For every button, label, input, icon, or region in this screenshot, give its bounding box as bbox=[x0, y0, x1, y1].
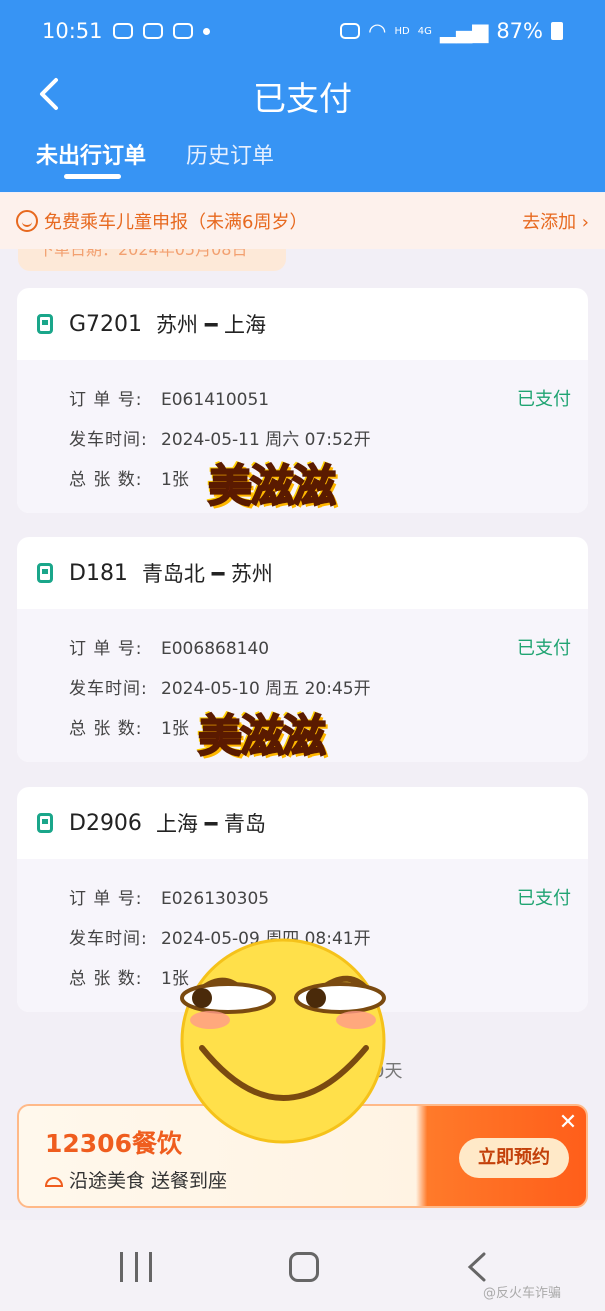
home-icon[interactable] bbox=[289, 1252, 319, 1282]
depart-label: 发车时间: bbox=[69, 929, 148, 949]
train-number: G7201 bbox=[69, 311, 143, 337]
depart-label: 发车时间: bbox=[69, 430, 148, 450]
count-label: 总 张 数: bbox=[69, 470, 143, 490]
system-back-icon[interactable] bbox=[466, 1252, 488, 1282]
depart-label: 发车时间: bbox=[69, 679, 148, 699]
notice-text: 免费乘车儿童申报（未满6周岁） bbox=[44, 212, 308, 233]
notification-dot-icon bbox=[202, 27, 210, 35]
banner-subtitle-row: 沿途美食 送餐到座 bbox=[45, 1166, 227, 1193]
close-icon[interactable]: ✕ bbox=[557, 1112, 579, 1134]
order-number: E061410051 bbox=[161, 390, 270, 410]
train-number: D181 bbox=[69, 560, 128, 586]
network-indicator: 4G bbox=[417, 25, 432, 37]
status-right: ◠ HD 4G ▂▄▆ 87% bbox=[340, 19, 563, 43]
signal-icon: ▂▄▆ bbox=[439, 19, 489, 43]
card-header: D181 青岛北 ━ 苏州 bbox=[17, 537, 588, 609]
card-header: D2906 上海 ━ 青岛 bbox=[17, 787, 588, 859]
wifi-icon: ◠ bbox=[368, 19, 387, 43]
order-no-label: 订 单 号: bbox=[69, 390, 143, 410]
banner-subtitle: 沿途美食 送餐到座 bbox=[69, 1170, 228, 1192]
recent-apps-icon[interactable] bbox=[120, 1252, 152, 1282]
order-number: E006868140 bbox=[161, 639, 270, 659]
banner-title: 12306餐饮 bbox=[45, 1129, 182, 1158]
ticket-count: 1张 bbox=[161, 719, 189, 739]
ticket-count: 1张 bbox=[161, 470, 189, 490]
status-bar: 10:51 ◠ HD 4G ▂▄▆ 87% bbox=[0, 0, 605, 62]
train-route: 上海 ━ 青岛 bbox=[155, 812, 266, 836]
hd-indicator: HD bbox=[394, 25, 410, 37]
wechat-icon bbox=[112, 23, 133, 39]
order-no-label: 订 单 号: bbox=[69, 639, 143, 659]
watermark: @反火车诈骗 bbox=[483, 1286, 562, 1301]
order-status: 已支付 bbox=[517, 638, 571, 659]
status-time: 10:51 bbox=[42, 19, 103, 43]
smirk-emoji-sticker bbox=[180, 938, 386, 1144]
order-number: E026130305 bbox=[161, 889, 270, 909]
sticker-text: 美滋滋 bbox=[197, 710, 327, 763]
train-icon bbox=[37, 813, 53, 833]
order-date-chip: 下单日期：2024年05月08日 bbox=[18, 249, 286, 271]
wechat-icon-2 bbox=[142, 23, 163, 39]
order-no-label: 订 单 号: bbox=[69, 889, 143, 909]
page-title: 已支付 bbox=[253, 79, 352, 118]
sync-icon bbox=[340, 23, 361, 39]
status-left: 10:51 bbox=[42, 19, 210, 43]
sticker-text: 美滋滋 bbox=[207, 460, 337, 513]
tab-history-orders[interactable]: 历史订单 bbox=[186, 138, 274, 170]
battery-icon bbox=[551, 22, 563, 40]
notice-add-link[interactable]: 去添加 › bbox=[522, 208, 589, 234]
food-bell-icon bbox=[45, 1177, 63, 1187]
card-header: G7201 苏州 ━ 上海 bbox=[17, 288, 588, 360]
book-now-button[interactable]: 立即预约 bbox=[459, 1138, 569, 1178]
order-status: 已支付 bbox=[517, 389, 571, 410]
tab-upcoming-orders[interactable]: 未出行订单 bbox=[36, 138, 146, 170]
order-status: 已支付 bbox=[517, 888, 571, 909]
battery-level: 87% bbox=[496, 19, 543, 43]
train-route: 青岛北 ━ 苏州 bbox=[141, 562, 273, 586]
child-declaration-notice[interactable]: 免费乘车儿童申报（未满6周岁） 去添加 › bbox=[0, 193, 605, 249]
count-label: 总 张 数: bbox=[69, 969, 143, 989]
gallery-icon bbox=[172, 23, 193, 39]
active-tab-indicator bbox=[64, 174, 121, 179]
train-number: D2906 bbox=[69, 810, 142, 836]
train-route: 苏州 ━ 上海 bbox=[156, 313, 267, 337]
train-icon bbox=[37, 563, 53, 583]
train-icon bbox=[37, 314, 53, 334]
smile-icon bbox=[16, 210, 38, 232]
count-label: 总 张 数: bbox=[69, 719, 143, 739]
app-header: 已支付 未出行订单 历史订单 bbox=[0, 62, 605, 192]
